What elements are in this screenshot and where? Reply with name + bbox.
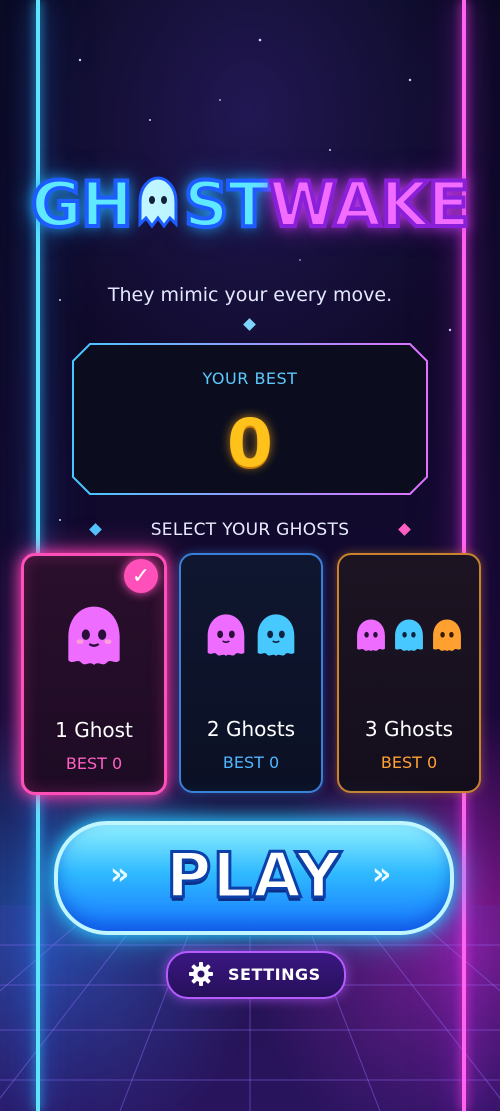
settings-button[interactable]: SETTINGS <box>166 951 346 999</box>
play-label: PLAY <box>165 838 343 914</box>
blue-ghost-icon <box>257 614 295 656</box>
ghost-o-icon <box>138 176 178 229</box>
ghost-card-2[interactable]: 2 Ghosts BEST 0 <box>179 553 323 793</box>
game-title-logo: GH STWAKE <box>29 166 472 243</box>
pink-ghost-icon <box>207 614 245 656</box>
orange-ghost-icon <box>433 619 461 652</box>
select-ghosts-label: SELECT YOUR GHOSTS <box>150 520 350 540</box>
card-best: BEST 0 <box>65 754 123 773</box>
double-chevron-icon: » <box>372 857 392 892</box>
pink-ghost-icon <box>68 606 120 665</box>
card-best: BEST 0 <box>222 753 280 772</box>
best-score-value: 0 <box>227 405 273 482</box>
checkmark-icon: ✓ <box>124 559 158 593</box>
best-score-label: YOUR BEST <box>202 369 298 388</box>
blue-ghost-icon <box>395 619 423 652</box>
card-name: 1 Ghost <box>55 718 133 742</box>
card-name: 2 Ghosts <box>206 717 296 741</box>
tagline: They mimic your every move. <box>107 284 393 306</box>
best-score-panel: YOUR BEST 0 <box>72 343 428 495</box>
ghost-card-3[interactable]: 3 Ghosts BEST 0 <box>337 553 481 793</box>
card-name: 3 Ghosts <box>364 717 454 741</box>
settings-label: SETTINGS <box>228 965 321 984</box>
pink-ghost-icon <box>357 619 385 652</box>
play-button[interactable]: » PLAY » <box>54 821 454 935</box>
gear-icon <box>189 962 213 986</box>
card-best: BEST 0 <box>380 753 438 772</box>
neon-grid-floor <box>0 905 500 1111</box>
